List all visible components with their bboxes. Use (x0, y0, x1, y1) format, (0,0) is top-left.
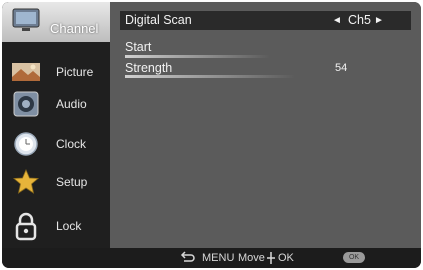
channel-settings-panel: Digital Scan ◄ Ch5 ► Start Strength 54 (110, 2, 421, 248)
menu-item-clock[interactable]: Clock (2, 126, 110, 162)
scan-left-arrow-icon[interactable]: ◄ (332, 11, 342, 30)
help-bar: MENU Move OK OK (2, 248, 421, 268)
menu-item-label: Channel (50, 21, 99, 36)
menu-item-label: Lock (56, 219, 82, 233)
tv-icon (11, 7, 40, 33)
menu-item-picture[interactable]: Picture (2, 54, 110, 90)
ok-button-icon: OK (343, 252, 365, 263)
move-hint: Move (238, 252, 265, 264)
menu-item-audio[interactable]: Audio (2, 86, 110, 122)
digital-scan-value: Ch5 (348, 13, 371, 27)
star-icon (11, 169, 40, 195)
return-icon (180, 248, 196, 268)
digital-scan-label: Digital Scan (125, 13, 192, 27)
strength-label: Strength (125, 61, 173, 75)
clock-icon (11, 131, 39, 157)
menu-item-label: Setup (56, 175, 88, 189)
menu-item-label: Clock (56, 137, 87, 151)
strength-underline (125, 75, 295, 78)
strength-value: 54 (335, 62, 348, 74)
tv-osd-screen: Channel Picture Audio Clock Setup Lock D… (2, 2, 421, 268)
main-menu: Channel Picture Audio Clock Setup Lock (2, 2, 110, 248)
start-option[interactable]: Start (125, 39, 151, 55)
speaker-icon (11, 91, 39, 117)
lock-icon (11, 211, 39, 241)
menu-item-lock[interactable]: Lock (2, 208, 110, 244)
scan-right-arrow-icon[interactable]: ► (374, 11, 384, 30)
menu-item-label: Audio (56, 97, 87, 111)
menu-hint: MENU (202, 252, 235, 264)
picture-icon (11, 59, 40, 85)
move-arrows-icon (265, 248, 277, 268)
menu-item-setup[interactable]: Setup (2, 164, 110, 200)
menu-item-channel[interactable]: Channel (2, 2, 110, 42)
start-underline (125, 55, 270, 58)
menu-item-label: Picture (56, 65, 94, 79)
ok-hint: OK (278, 252, 294, 264)
